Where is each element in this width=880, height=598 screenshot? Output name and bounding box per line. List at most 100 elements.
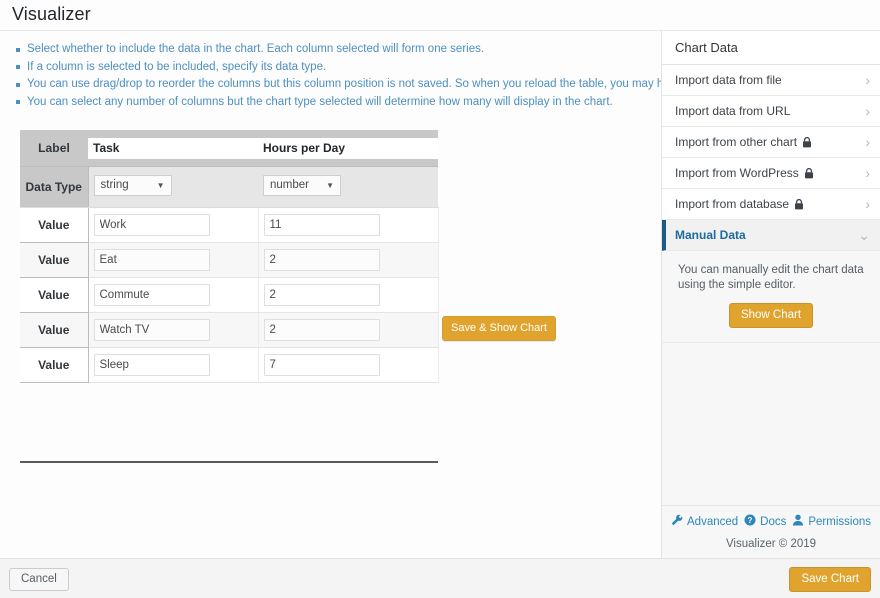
window-titlebar: Visualizer — [0, 0, 880, 31]
page-title: Visualizer — [12, 4, 91, 24]
lock-icon — [802, 137, 812, 148]
header-cell-col-2 — [258, 130, 438, 167]
docs-link-label: Docs — [760, 516, 786, 528]
row-label-value: Value — [20, 278, 88, 313]
value-input-task[interactable] — [94, 214, 210, 236]
datatype-cell-col-2: number ▼ — [258, 167, 438, 208]
sidebar-footer-links: Advanced ? Docs Permissions — [662, 514, 880, 529]
user-icon — [792, 514, 804, 529]
value-input-hours[interactable] — [264, 214, 380, 236]
data-type-select-2-value: number — [270, 179, 309, 191]
value-input-hours[interactable] — [264, 319, 380, 341]
sidebar-item-manual-data[interactable]: Manual Data ⌄ — [662, 220, 880, 251]
value-cell-hours — [258, 348, 438, 383]
row-label-value: Value — [20, 243, 88, 278]
sidebar-copyright: Visualizer © 2019 — [662, 538, 880, 550]
question-circle-icon: ? — [744, 514, 756, 529]
sidebar-item-label: Import data from URL — [675, 104, 790, 118]
value-cell-hours — [258, 278, 438, 313]
data-editor-table: Label Data Type string — [20, 130, 439, 383]
value-cell-hours — [258, 208, 438, 243]
value-input-task[interactable] — [94, 354, 210, 376]
sidebar-heading: Chart Data — [662, 31, 880, 65]
value-input-hours[interactable] — [264, 249, 380, 271]
chevron-right-icon: › — [865, 197, 870, 211]
docs-link[interactable]: ? Docs — [744, 514, 786, 529]
horizontal-divider — [20, 461, 438, 463]
value-cell-hours — [258, 313, 438, 348]
value-cell-task — [88, 278, 258, 313]
permissions-link[interactable]: Permissions — [792, 514, 871, 529]
column-header-input-1[interactable] — [88, 138, 258, 159]
sidebar-item-import-wordpress[interactable]: Import from WordPress › — [662, 158, 880, 189]
hint-item: You can select any number of columns but… — [16, 94, 661, 112]
table-row: Value — [20, 348, 438, 383]
sidebar-footer: Advanced ? Docs Permissions Visualizer ©… — [662, 505, 880, 558]
row-label-value: Value — [20, 313, 88, 348]
table-header-row: Label — [20, 130, 438, 167]
chevron-down-icon: ⌄ — [858, 228, 870, 242]
chevron-right-icon: › — [865, 104, 870, 118]
datatype-cell-col-1: string ▼ — [88, 167, 258, 208]
column-header-input-2[interactable] — [258, 138, 438, 159]
row-label-label: Label — [20, 130, 88, 167]
data-type-select-1-value: string — [101, 179, 129, 191]
value-input-hours[interactable] — [264, 284, 380, 306]
sidebar-item-label: Manual Data — [675, 228, 746, 242]
hint-item: Select whether to include the data in th… — [16, 41, 661, 59]
advanced-link-label: Advanced — [687, 516, 738, 528]
chevron-down-icon: ▼ — [157, 180, 165, 192]
save-chart-button[interactable]: Save Chart — [789, 567, 871, 592]
value-input-task[interactable] — [94, 249, 210, 271]
content-area: Select whether to include the data in th… — [0, 31, 880, 558]
svg-text:?: ? — [748, 516, 753, 525]
save-and-show-chart-button[interactable]: Save & Show Chart — [442, 316, 556, 341]
header-cell-col-1 — [88, 130, 258, 167]
value-cell-task — [88, 243, 258, 278]
value-input-task[interactable] — [94, 284, 210, 306]
chevron-down-icon: ▼ — [326, 180, 334, 192]
sidebar-item-import-database[interactable]: Import from database › — [662, 189, 880, 220]
cancel-button[interactable]: Cancel — [9, 568, 69, 591]
row-label-data-type: Data Type — [20, 167, 88, 208]
manual-data-description: You can manually edit the chart data usi… — [678, 263, 864, 293]
chevron-right-icon: › — [865, 73, 870, 87]
value-cell-task — [88, 348, 258, 383]
manual-data-panel: You can manually edit the chart data usi… — [662, 251, 880, 343]
sidebar-item-import-file[interactable]: Import data from file › — [662, 65, 880, 96]
table-row: Value — [20, 278, 438, 313]
permissions-link-label: Permissions — [808, 516, 871, 528]
table-datatype-row: Data Type string ▼ number ▼ — [20, 167, 438, 208]
hint-item: If a column is selected to be included, … — [16, 59, 661, 77]
value-cell-task — [88, 313, 258, 348]
sidebar-item-label: Import from WordPress — [675, 166, 799, 180]
chevron-right-icon: › — [865, 166, 870, 180]
data-editor-table-wrap: Label Data Type string — [20, 130, 438, 383]
row-label-value: Value — [20, 348, 88, 383]
hints-list: Select whether to include the data in th… — [0, 41, 661, 111]
table-row: Value — [20, 313, 438, 348]
bottom-action-bar: Cancel Save Chart — [0, 558, 880, 598]
advanced-link[interactable]: Advanced — [671, 514, 738, 529]
lock-icon — [804, 168, 814, 179]
sidebar-item-label: Import data from file — [675, 73, 782, 87]
chart-data-sidebar: Chart Data Import data from file › Impor… — [662, 31, 880, 558]
lock-icon — [794, 199, 804, 210]
sidebar-item-import-url[interactable]: Import data from URL › — [662, 96, 880, 127]
wrench-icon — [671, 514, 683, 529]
main-panel: Select whether to include the data in th… — [0, 31, 662, 558]
show-chart-button[interactable]: Show Chart — [729, 303, 813, 328]
sidebar-item-import-other-chart[interactable]: Import from other chart › — [662, 127, 880, 158]
data-type-select-1[interactable]: string ▼ — [94, 175, 172, 196]
value-cell-hours — [258, 243, 438, 278]
sidebar-item-label: Import from database — [675, 197, 789, 211]
data-type-select-2[interactable]: number ▼ — [263, 175, 341, 196]
value-cell-task — [88, 208, 258, 243]
sidebar-item-label: Import from other chart — [675, 135, 797, 149]
table-row: Value — [20, 208, 438, 243]
value-input-hours[interactable] — [264, 354, 380, 376]
value-input-task[interactable] — [94, 319, 210, 341]
chevron-right-icon: › — [865, 135, 870, 149]
table-row: Value — [20, 243, 438, 278]
hint-item: You can use drag/drop to reorder the col… — [16, 76, 661, 94]
